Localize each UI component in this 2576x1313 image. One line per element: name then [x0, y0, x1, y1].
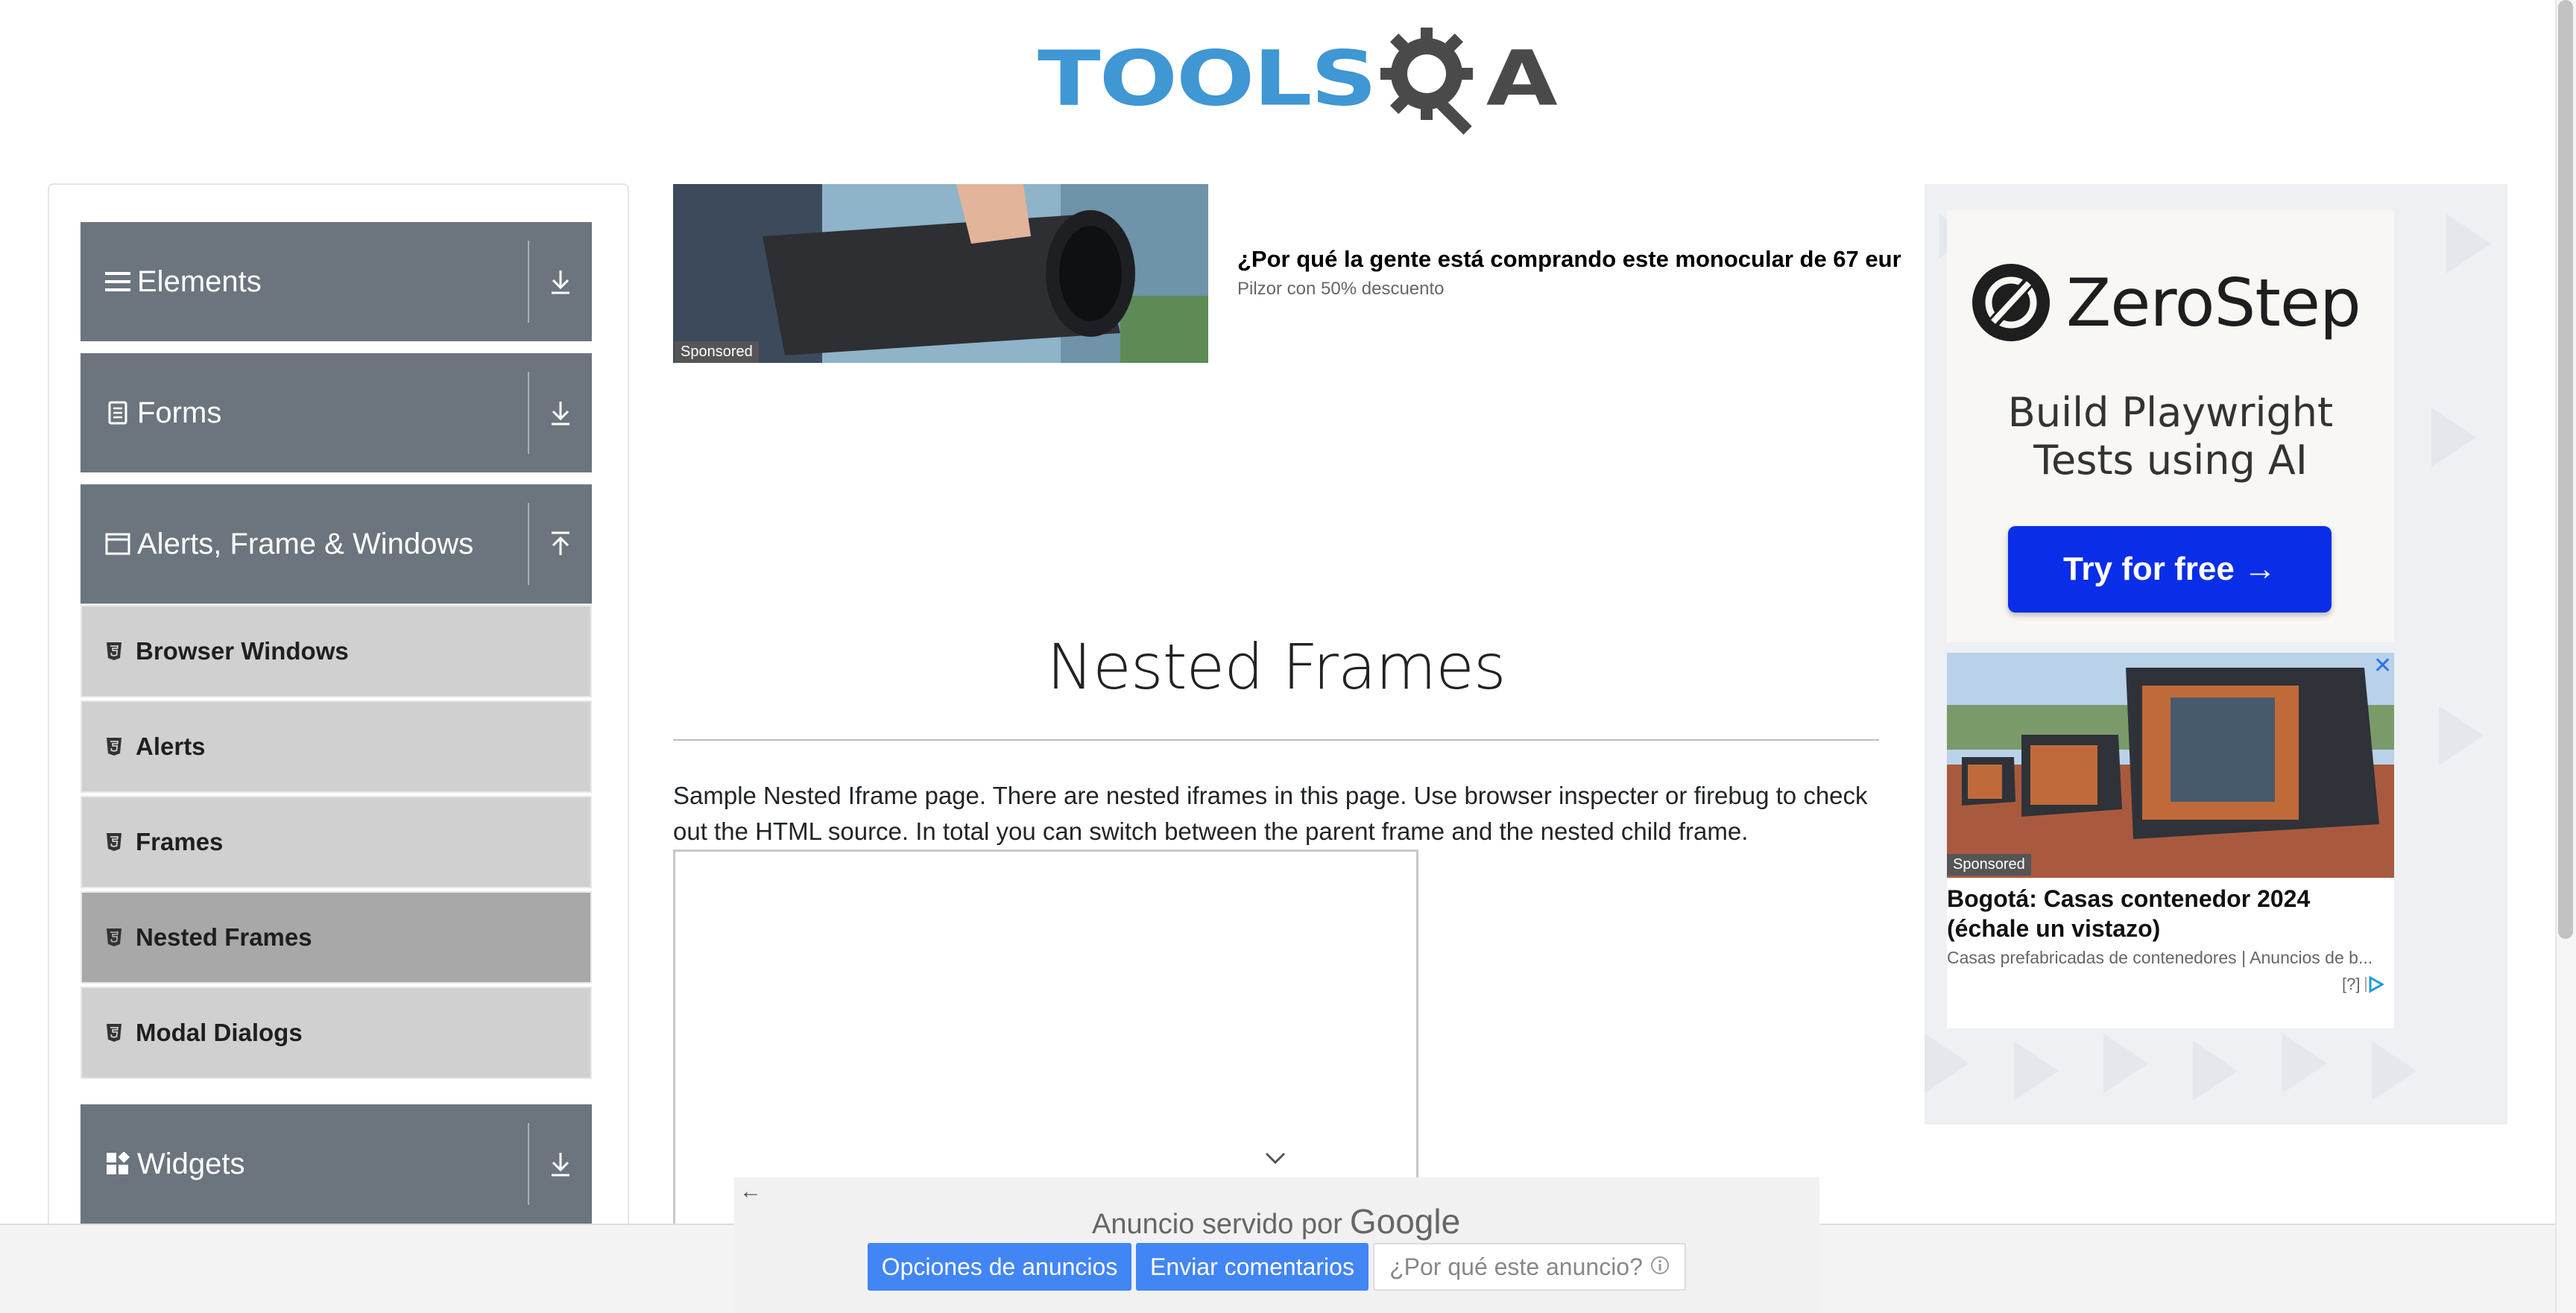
sidebar-group-widgets[interactable]: Widgets	[80, 1104, 592, 1224]
top-ad-subtext[interactable]: Pilzor con 50% descuento	[1237, 279, 1445, 300]
served-by-label: Anuncio servido por	[1092, 1209, 1342, 1240]
sidebar-item-nested-frames[interactable]: Nested Frames	[80, 891, 592, 984]
download-arrow-icon[interactable]	[529, 353, 592, 472]
sidebar-item-label: Browser Windows	[136, 637, 349, 665]
scrollbar-thumb[interactable]	[2558, 0, 2573, 939]
logo-text-tools: TOOLS	[1038, 34, 1377, 124]
zerostep-logo: ZeroStep	[1971, 262, 2361, 343]
form-icon	[104, 399, 131, 426]
adchoices[interactable]: [?]	[2342, 975, 2384, 994]
upload-arrow-icon[interactable]	[529, 484, 592, 604]
adchoices-icon[interactable]	[2364, 975, 2384, 993]
back-arrow-icon[interactable]: ←	[739, 1179, 762, 1204]
html5-icon	[104, 831, 124, 853]
window-icon	[104, 531, 131, 557]
sponsored-label: Sponsored	[1947, 854, 2031, 876]
logo-text-a: A	[1486, 34, 1558, 124]
zerostep-tagline: Build Playwright Tests using AI	[1947, 389, 2394, 484]
title-divider	[673, 739, 1879, 741]
container-homes-headline[interactable]: Bogotá: Casas contenedor 2024 (échale un…	[1947, 884, 2394, 943]
widgets-icon	[104, 1151, 131, 1177]
download-arrow-icon[interactable]	[529, 1104, 592, 1224]
tagline-line-1: Build Playwright	[2007, 389, 2334, 436]
served-by-google: Anuncio servido por Google	[1092, 1201, 1460, 1241]
sidebar-item-browser-windows[interactable]: Browser Windows	[80, 605, 592, 697]
zerostep-icon	[1972, 264, 2050, 341]
tagline-line-2: Tests using AI	[2033, 437, 2308, 484]
sidebar-item-modal-dialogs[interactable]: Modal Dialogs	[80, 987, 592, 1079]
sidebar-group-label: Elements	[137, 265, 262, 298]
page-description: Sample Nested Iframe page. There are nes…	[673, 782, 1868, 845]
html5-icon	[104, 1022, 124, 1044]
monocular-ad-image[interactable]	[673, 184, 1208, 363]
container-homes-ad-image[interactable]	[1947, 653, 2394, 878]
adchoices-help[interactable]: [?]	[2342, 975, 2360, 994]
sidebar-item-alerts[interactable]: Alerts	[80, 700, 592, 793]
html5-icon	[104, 926, 124, 949]
top-ad-headline[interactable]: ¿Por qué la gente está comprando este mo…	[1237, 246, 1923, 273]
chevron-down-icon[interactable]	[1264, 1151, 1287, 1169]
toolsqa-logo[interactable]: TOOLS A	[1038, 21, 1558, 137]
try-for-free-button[interactable]: Try for free →	[2008, 526, 2332, 613]
why-this-ad-label: ¿Por qué este anuncio?	[1389, 1253, 1643, 1280]
sidebar-group-label: Widgets	[137, 1147, 245, 1180]
sidebar-item-label: Frames	[136, 828, 224, 855]
sidebar-item-label: Modal Dialogs	[136, 1019, 303, 1046]
close-icon[interactable]: ✕	[2373, 653, 2392, 679]
info-icon	[1650, 1253, 1670, 1281]
why-this-ad-button[interactable]: ¿Por qué este anuncio?	[1373, 1243, 1686, 1291]
send-feedback-button[interactable]: Enviar comentarios	[1136, 1243, 1368, 1291]
list-icon	[104, 268, 131, 295]
sponsored-label: Sponsored	[675, 341, 759, 363]
sidebar-group-label: Alerts, Frame & Windows	[137, 527, 474, 560]
sidebar-group-alerts-frame-windows[interactable]: Alerts, Frame & Windows	[80, 484, 592, 604]
ad-options-button[interactable]: Opciones de anuncios	[868, 1243, 1131, 1291]
sidebar-item-frames[interactable]: Frames	[80, 796, 592, 888]
html5-icon	[104, 640, 124, 662]
logo-gear-icon	[1379, 23, 1491, 135]
page-title: Nested Frames	[1046, 630, 1506, 703]
html5-icon	[104, 735, 124, 758]
container-homes-subtext[interactable]: Casas prefabricadas de contenedores | An…	[1947, 948, 2394, 968]
google-logo: Google	[1349, 1202, 1461, 1241]
sidebar-item-label: Nested Frames	[136, 923, 312, 951]
zerostep-brand: ZeroStep	[2066, 264, 2361, 341]
sidebar-group-forms[interactable]: Forms	[80, 353, 592, 472]
sidebar-item-label: Alerts	[136, 733, 206, 760]
sidebar-group-elements[interactable]: Elements	[80, 222, 592, 341]
download-arrow-icon[interactable]	[529, 222, 592, 341]
sidebar-group-label: Forms	[137, 396, 222, 429]
